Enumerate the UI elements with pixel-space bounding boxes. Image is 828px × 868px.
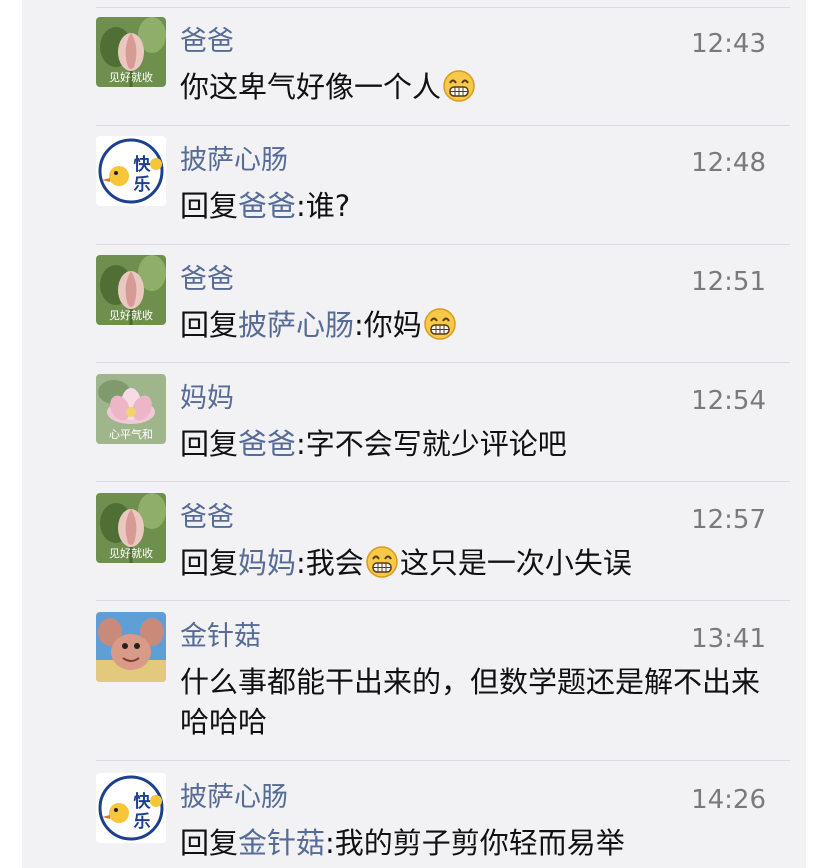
divider (96, 600, 790, 601)
comment-item[interactable]: 心平气和 妈妈 12:54 回复爸爸:字不会写就少评论吧 (96, 374, 790, 474)
left-margin (0, 0, 22, 868)
username[interactable]: 妈妈 (180, 382, 234, 416)
username[interactable]: 爸爸 (180, 501, 234, 535)
comment-text-segment: :我的剪子剪你轻而易举 (325, 826, 625, 860)
comment-text: 回复妈妈:我会 这只是一次小失误 (180, 543, 780, 583)
comment-item[interactable]: 快 乐 披萨心肠 14:26 回复金针菇:我的剪子剪你轻而易举 (96, 773, 790, 868)
mention-link[interactable]: 爸爸 (238, 427, 296, 461)
lotus-bud-icon: 见好就收 (96, 17, 166, 87)
lotus-bud-icon: 见好就收 (96, 255, 166, 325)
comment-text: 你这卑气好像一个人 (180, 67, 780, 107)
comment-text-segment: 回复 (180, 546, 239, 580)
cartoon-character-icon (96, 612, 166, 682)
comment-item[interactable]: 金针菇 13:41 什么事都能干出来的，但数学题还是解不出来哈哈哈 (96, 612, 790, 752)
avatar[interactable]: 心平气和 (96, 374, 166, 444)
username[interactable]: 金针菇 (180, 620, 261, 654)
avatar[interactable]: 见好就收 (96, 255, 166, 325)
duck-cartoon-icon: 快 乐 (96, 136, 166, 206)
timestamp: 12:48 (691, 148, 766, 178)
timestamp: 12:57 (691, 505, 766, 535)
comment-item[interactable]: 快 乐 披萨心肠 12:48 回复爸爸:谁? (96, 136, 790, 236)
comment-text-segment: 这只是一次小失误 (399, 546, 632, 580)
lotus-bud-icon: 见好就收 (96, 493, 166, 563)
svg-text:见好就收: 见好就收 (109, 546, 153, 560)
divider (96, 244, 790, 245)
divider (96, 125, 790, 126)
timestamp: 12:54 (691, 386, 766, 416)
mention-link[interactable]: 披萨心肠 (238, 308, 354, 342)
comment-text-segment: :谁? (296, 189, 351, 223)
comment-text: 回复披萨心肠:你妈 (180, 305, 780, 345)
username[interactable]: 爸爸 (180, 25, 234, 59)
avatar[interactable]: 见好就收 (96, 493, 166, 563)
comment-text: 回复金针菇:我的剪子剪你轻而易举 (180, 823, 780, 863)
grin-emoji-icon (366, 546, 398, 578)
mention-link[interactable]: 妈妈 (238, 546, 296, 580)
comment-text-segment: 回复 (180, 427, 239, 461)
svg-text:乐: 乐 (134, 175, 151, 195)
comment-text: 回复爸爸:谁? (180, 186, 780, 226)
svg-text:见好就收: 见好就收 (109, 70, 153, 84)
comment-text-segment: 回复 (180, 189, 239, 223)
svg-text:快: 快 (134, 154, 152, 175)
timestamp: 14:26 (691, 785, 766, 815)
divider (96, 481, 790, 482)
comment-text-segment: :你妈 (354, 308, 422, 342)
comment-item[interactable]: 见好就收 爸爸 12:51 回复披萨心肠:你妈 (96, 255, 790, 355)
username[interactable]: 披萨心肠 (180, 144, 288, 178)
comment-text-segment: 回复 (180, 308, 239, 342)
lotus-flower-icon: 心平气和 (96, 374, 166, 444)
svg-text:见好就收: 见好就收 (109, 308, 153, 322)
comment-text-segment: 回复 (180, 826, 239, 860)
timestamp: 13:41 (691, 624, 766, 654)
comment-text-segment: 你这卑气好像一个人 (180, 70, 442, 104)
svg-text:乐: 乐 (134, 812, 151, 832)
avatar[interactable]: 快 乐 (96, 136, 166, 206)
avatar[interactable]: 快 乐 (96, 773, 166, 843)
duck-cartoon-icon: 快 乐 (96, 773, 166, 843)
divider (96, 7, 790, 8)
grin-emoji-icon (424, 308, 456, 340)
comment-text-segment: :我会 (296, 546, 364, 580)
divider (96, 760, 790, 761)
comment-text: 什么事都能干出来的，但数学题还是解不出来哈哈哈 (180, 662, 780, 742)
avatar[interactable]: 见好就收 (96, 17, 166, 87)
divider (96, 362, 790, 363)
username[interactable]: 披萨心肠 (180, 781, 288, 815)
right-margin (806, 0, 828, 868)
comment-item[interactable]: 见好就收 爸爸 12:57 回复妈妈:我会 这只是一次小失误 (96, 493, 790, 593)
timestamp: 12:51 (691, 267, 766, 297)
comment-text: 回复爸爸:字不会写就少评论吧 (180, 424, 780, 464)
timestamp: 12:43 (691, 29, 766, 59)
svg-text:快: 快 (134, 791, 152, 812)
comment-screen: 见好就收 爸爸 12:43 你这卑气好像一个人 快 乐 披萨心肠 12:48 回… (0, 0, 828, 868)
username[interactable]: 爸爸 (180, 263, 234, 297)
svg-text:心平气和: 心平气和 (109, 427, 153, 441)
avatar[interactable] (96, 612, 166, 682)
mention-link[interactable]: 爸爸 (238, 189, 296, 223)
mention-link[interactable]: 金针菇 (238, 826, 325, 860)
grin-emoji-icon (443, 70, 475, 102)
comment-text-segment: 什么事都能干出来的，但数学题还是解不出来哈哈哈 (180, 665, 761, 739)
comment-item[interactable]: 见好就收 爸爸 12:43 你这卑气好像一个人 (96, 17, 790, 117)
comment-text-segment: :字不会写就少评论吧 (296, 427, 567, 461)
